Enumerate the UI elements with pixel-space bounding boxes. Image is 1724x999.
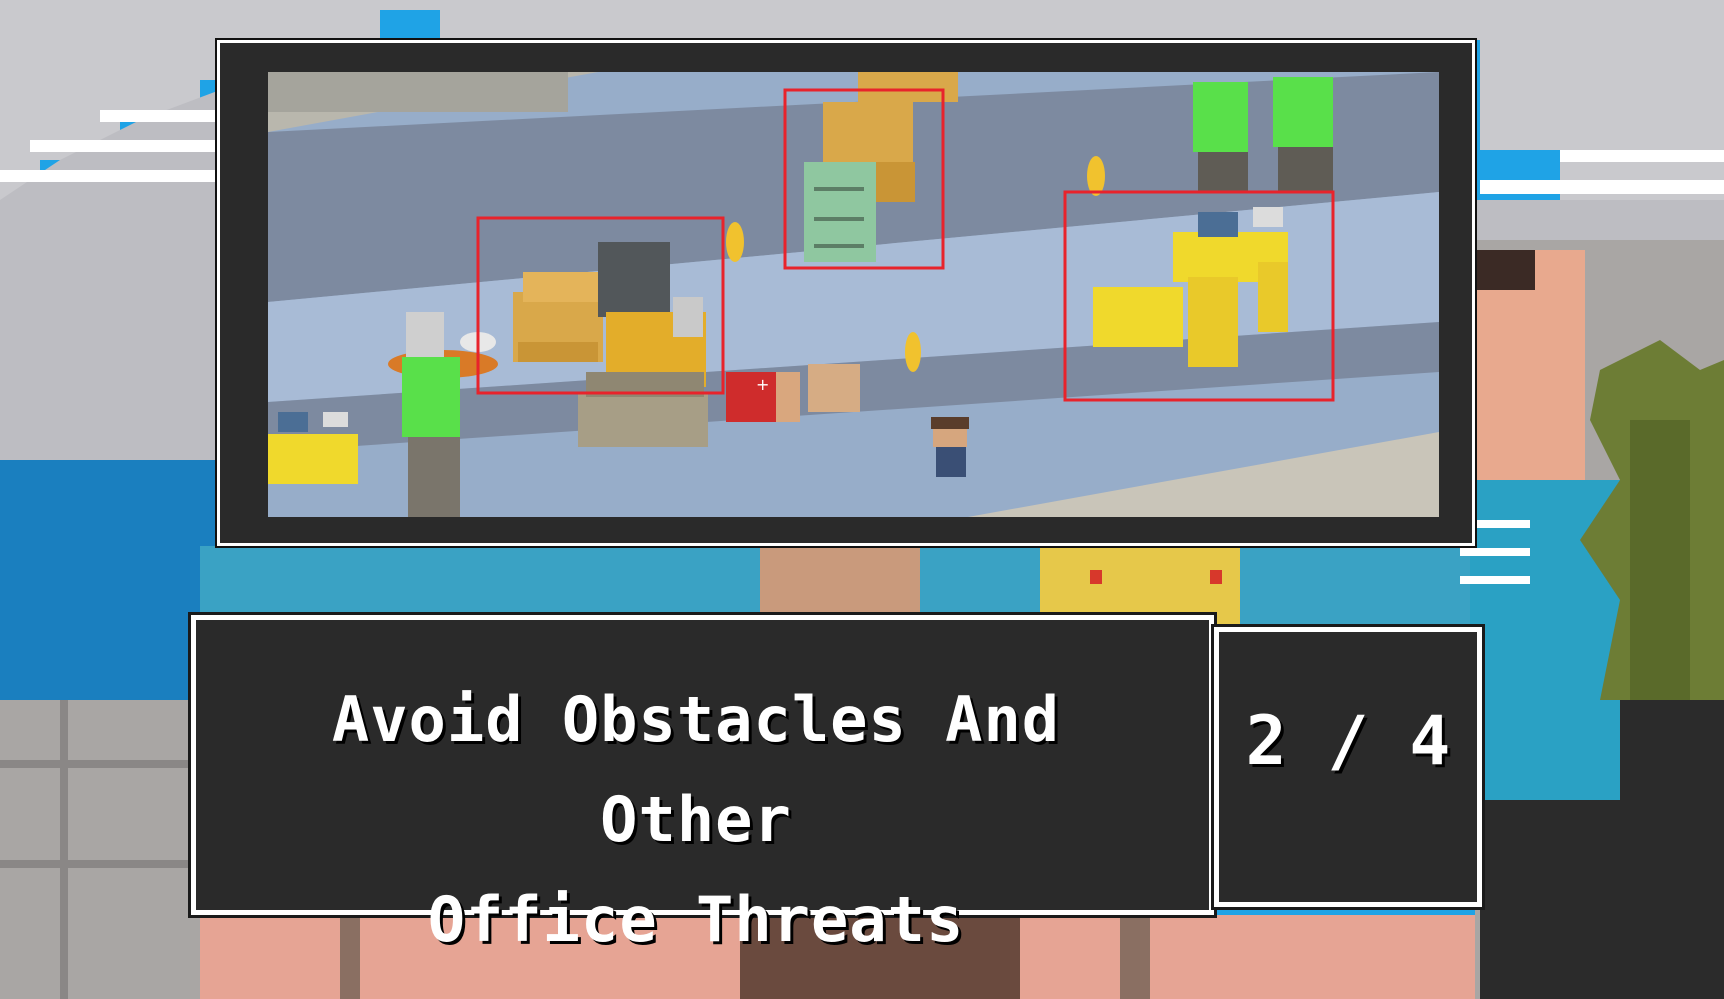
page-counter-label: 2 / 4 <box>1245 702 1451 781</box>
tutorial-caption: Avoid Obstacles And Other Office Threats <box>236 670 1156 970</box>
tutorial-caption-box: Avoid Obstacles And Other Office Threats <box>188 612 1217 956</box>
tutorial-page-counter: 2 / 4 <box>1211 624 1485 910</box>
gameplay-preview: + <box>268 72 1439 517</box>
tutorial-image-panel: + <box>215 38 1477 548</box>
gameplay-scene: + <box>268 72 1439 517</box>
caption-line-1: Avoid Obstacles And Other <box>331 683 1061 856</box>
caption-line-2: Office Threats <box>427 883 965 956</box>
svg-text:+: + <box>756 375 769 394</box>
filing-cabinet-obstacle <box>804 162 876 262</box>
